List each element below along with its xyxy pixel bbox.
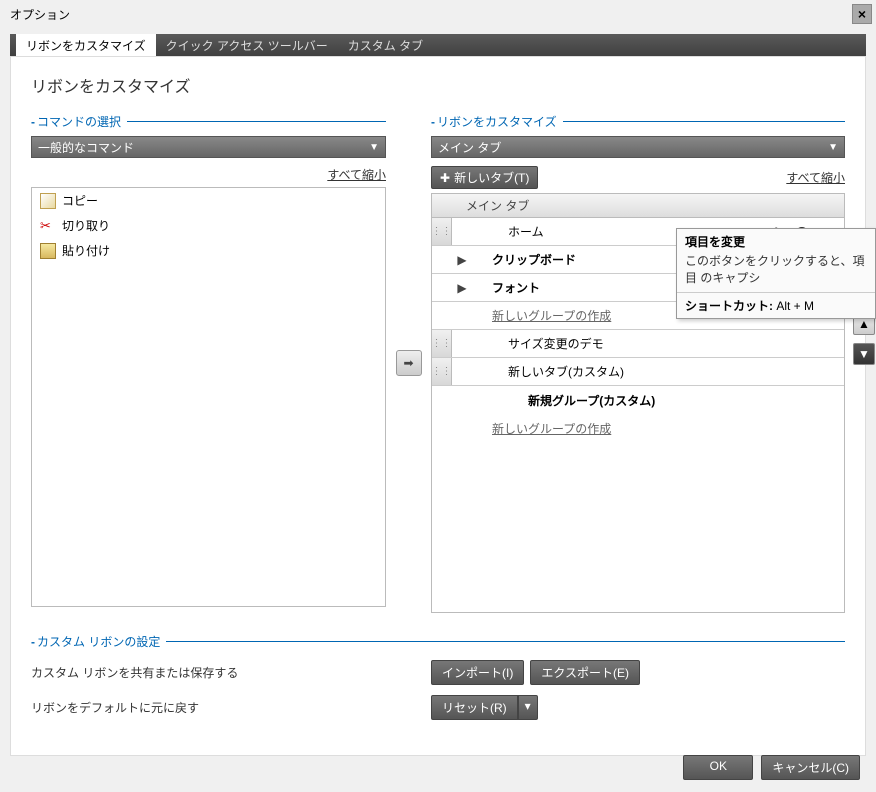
drag-grip-icon[interactable]: ⋮⋮ [432, 330, 452, 357]
close-button[interactable]: × [852, 4, 872, 24]
main-pane: リボンをカスタマイズ - コマンドの選択 一般的なコマンド ▼ すべて縮小 コピ… [10, 56, 866, 756]
chevron-right-icon[interactable]: ▶ [452, 253, 472, 267]
dialog-footer: OK キャンセル(C) [683, 755, 860, 780]
tab-customize-ribbon[interactable]: リボンをカスタマイズ [16, 34, 156, 56]
tooltip-title: 項目を変更 [677, 229, 875, 250]
command-label: 切り取り [62, 217, 110, 234]
tooltip-body: このボタンをクリックすると、項目 のキャプシ [677, 250, 875, 292]
paste-icon [40, 243, 56, 259]
chevron-down-icon: ▼ [369, 142, 379, 153]
titlebar: オプション × [0, 0, 876, 28]
reorder-buttons: ▲ ▼ [853, 313, 875, 365]
command-label: 貼り付け [62, 242, 110, 259]
plus-icon: ✚ [440, 171, 450, 185]
section-commands-label: コマンドの選択 [37, 113, 121, 130]
tree-row-new-tab-custom[interactable]: ⋮⋮ 新しいタブ(カスタム) [432, 358, 844, 386]
section-ribbon-label: リボンをカスタマイズ [437, 113, 557, 130]
tree-header: メイン タブ [432, 194, 844, 218]
tab-custom-tab[interactable]: カスタム タブ [338, 34, 433, 56]
tooltip: 項目を変更 このボタンをクリックすると、項目 のキャプシ ショートカット: Al… [676, 228, 876, 319]
page-title: リボンをカスタマイズ [31, 73, 845, 97]
commands-column: - コマンドの選択 一般的なコマンド ▼ すべて縮小 コピー 切り取り [31, 113, 386, 613]
move-down-button[interactable]: ▼ [853, 343, 875, 365]
ribbon-dropdown[interactable]: メイン タブ ▼ [431, 136, 845, 158]
command-item-copy[interactable]: コピー [32, 188, 385, 213]
ok-button[interactable]: OK [683, 755, 753, 780]
chevron-down-icon[interactable]: ▾ [518, 695, 538, 720]
add-to-ribbon-button[interactable]: ➡ [396, 350, 422, 376]
command-label: コピー [62, 192, 98, 209]
settings-reset-label: リボンをデフォルトに元に戻す [31, 699, 431, 716]
command-item-paste[interactable]: 貼り付け [32, 238, 385, 263]
chevron-right-icon[interactable]: ▶ [452, 281, 472, 295]
settings-share-label: カスタム リボンを共有または保存する [31, 664, 431, 681]
collapse-all-left[interactable]: すべて縮小 [327, 166, 386, 183]
arrow-right-icon: ➡ [403, 356, 413, 370]
custom-ribbon-settings: - カスタム リボンの設定 カスタム リボンを共有または保存する インポート(I… [31, 633, 845, 720]
commands-dropdown[interactable]: 一般的なコマンド ▼ [31, 136, 386, 158]
cancel-button[interactable]: キャンセル(C) [761, 755, 860, 780]
transfer-column: ➡ [386, 113, 431, 613]
ribbon-dropdown-value: メイン タブ [438, 139, 501, 156]
command-item-cut[interactable]: 切り取り [32, 213, 385, 238]
reset-button[interactable]: リセット(R) ▾ [431, 695, 538, 720]
reset-button-label: リセット(R) [431, 695, 518, 720]
copy-icon [40, 193, 56, 209]
tree-label: 新しいタブ(カスタム) [452, 363, 844, 380]
new-group-link[interactable]: 新しいグループの作成 [432, 414, 844, 442]
ribbon-column: - リボンをカスタマイズ メイン タブ ▼ ✚ 新しいタブ(T) すべて縮小 メ… [431, 113, 845, 613]
import-button[interactable]: インポート(I) [431, 660, 524, 685]
export-button[interactable]: エクスポート(E) [530, 660, 640, 685]
section-commands: - コマンドの選択 [31, 113, 386, 130]
collapse-all-right[interactable]: すべて縮小 [786, 169, 845, 186]
arrow-up-icon: ▲ [858, 317, 870, 331]
tab-quick-access[interactable]: クイック アクセス ツールバー [156, 34, 338, 56]
commands-dropdown-value: 一般的なコマンド [38, 139, 134, 156]
tooltip-shortcut: ショートカット: Alt + M [677, 292, 875, 318]
tree-row-new-group-custom[interactable]: 新規グループ(カスタム) [432, 386, 844, 414]
drag-grip-icon[interactable]: ⋮⋮ [432, 218, 452, 245]
chevron-down-icon: ▼ [828, 142, 838, 153]
new-tab-button[interactable]: ✚ 新しいタブ(T) [431, 166, 538, 189]
cut-icon [40, 218, 56, 234]
tooltip-shortcut-label: ショートカット: [685, 299, 773, 313]
section-ribbon: - リボンをカスタマイズ [431, 113, 845, 130]
commands-list[interactable]: コピー 切り取り 貼り付け [31, 187, 386, 607]
section-settings-label: カスタム リボンの設定 [37, 633, 160, 650]
tree-label: 新規グループ(カスタム) [452, 392, 844, 409]
arrow-down-icon: ▼ [858, 347, 870, 361]
tooltip-shortcut-value: Alt + M [773, 299, 814, 313]
section-settings: - カスタム リボンの設定 [31, 633, 845, 650]
tabstrip: リボンをカスタマイズ クイック アクセス ツールバー カスタム タブ [10, 34, 866, 56]
tree-label: サイズ変更のデモ [452, 335, 844, 352]
tree-row-resize-demo[interactable]: ⋮⋮ サイズ変更のデモ [432, 330, 844, 358]
new-tab-label: 新しいタブ(T) [454, 169, 529, 186]
window-title: オプション [10, 6, 70, 23]
drag-grip-icon[interactable]: ⋮⋮ [432, 358, 452, 385]
